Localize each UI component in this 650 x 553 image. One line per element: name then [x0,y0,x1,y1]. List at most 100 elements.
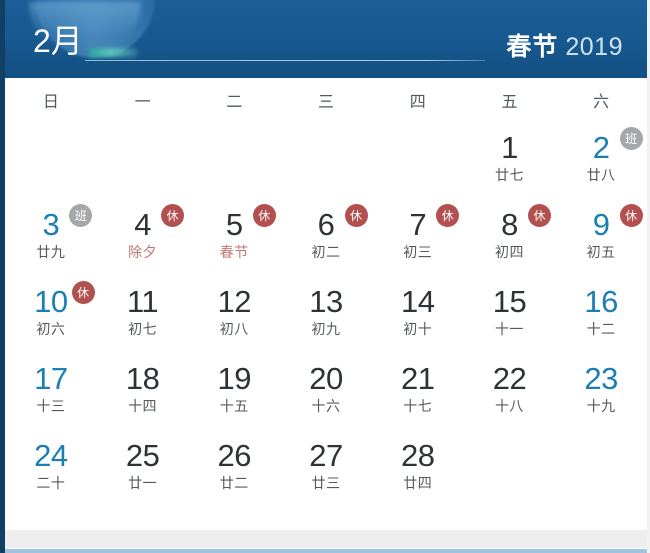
day-number: 20 [309,361,343,396]
day-cell[interactable]: 17 十三 [5,357,97,434]
day-cell[interactable]: 11 初七 [97,280,189,357]
day-cell-empty [97,126,189,203]
day-number: 9 [592,207,610,242]
calendar-card: 2月 春节 2019 日 一 二 三 四 五 六 1 廿七 2 廿八班 3 廿九班 4 除夕休 5… [0,0,650,553]
day-number: 21 [400,361,435,396]
day-cell[interactable]: 5 春节 休 [188,203,280,280]
lunar-label: 十三 [36,399,66,415]
lunar-label: 廿一 [128,476,158,492]
day-cell[interactable]: 14 初十 [372,280,464,357]
day-inner: 6 初二 休 [311,204,368,262]
day-cell[interactable]: 22 十八 [464,357,556,434]
day-inner: 4 除夕 休 [128,204,185,262]
day-inner: 26 廿二 [218,438,252,493]
day-number: 16 [584,284,618,319]
day-inner: 15 十一 [493,284,527,339]
rest-day-badge: 休 [71,281,95,304]
day-cell[interactable]: 2 廿八 班 [555,126,647,203]
footer-band [5,530,647,548]
day-inner: 17 十三 [34,361,68,416]
day-inner: 23 十九 [584,361,618,416]
calendar-header: 2月 春节 2019 [5,0,647,78]
day-cell[interactable]: 9 初五 休 [555,203,647,280]
lunar-label: 春节 [219,245,249,261]
calendar-week-row: 3 廿九班 4 除夕休 5 春节休 6 初二休 7 初三休 8 初四休 9 初五休 [5,203,647,280]
day-cell[interactable]: 23 十九 [555,357,647,434]
day-cell[interactable]: 18 十四 [97,357,189,434]
day-cell[interactable]: 25 廿一 [97,434,189,511]
lunar-label: 廿七 [494,168,524,184]
day-inner: 24 二十 [34,438,68,493]
weekday-header-row: 日 一 二 三 四 五 六 [5,78,647,122]
calendar-grid: 1 廿七 2 廿八班 3 廿九班 4 除夕休 5 春节休 6 初二休 7 初三休 8 初四休 9 初五休 10 初六休… [5,122,647,511]
day-inner: 20 十六 [309,361,343,416]
lunar-label: 初二 [311,245,341,261]
header-right-group: 春节 2019 [506,27,623,63]
weekday-tuesday: 二 [226,92,243,111]
day-number: 8 [501,207,518,242]
day-inner: 13 初九 [309,284,343,339]
lunar-label: 十九 [586,399,616,415]
day-cell-empty [555,434,647,511]
lunar-label: 廿四 [403,476,433,492]
rest-day-badge: 休 [527,204,551,227]
day-cell[interactable]: 21 十七 [372,357,464,434]
day-number: 24 [34,438,68,473]
lunar-label: 初八 [219,322,249,338]
day-cell[interactable]: 3 廿九 班 [5,203,97,280]
day-cell[interactable]: 6 初二 休 [280,203,372,280]
day-number: 25 [125,438,160,473]
day-cell[interactable]: 16 十二 [555,280,647,357]
day-number: 10 [34,284,68,319]
lunar-label: 初七 [128,322,158,338]
day-cell[interactable]: 19 十五 [188,357,280,434]
weekday-wednesday: 三 [318,92,335,111]
lunar-label: 初十 [403,322,433,338]
day-cell[interactable]: 12 初八 [188,280,280,357]
day-cell[interactable]: 1 廿七 [464,126,556,203]
lunar-label: 初九 [311,322,341,338]
day-number: 7 [409,207,427,242]
day-inner: 25 廿一 [125,438,160,493]
day-number: 22 [492,361,527,396]
day-inner: 12 初八 [217,284,252,339]
day-number: 3 [42,207,60,242]
lunar-label: 十二 [586,322,616,338]
day-cell[interactable]: 7 初三 休 [372,203,464,280]
day-inner: 21 十七 [400,361,435,416]
day-cell[interactable]: 15 十一 [464,280,556,357]
day-cell[interactable]: 8 初四 休 [464,203,556,280]
day-cell[interactable]: 26 廿二 [188,434,280,511]
day-cell[interactable]: 10 初六 休 [5,280,97,357]
day-inner: 14 初十 [401,284,435,339]
lunar-label: 廿二 [219,476,249,492]
work-day-badge: 班 [69,204,93,227]
day-cell[interactable]: 4 除夕 休 [97,203,189,280]
day-cell[interactable]: 28 廿四 [372,434,464,511]
lunar-label: 廿三 [311,476,341,492]
day-inner: 16 十二 [584,284,618,339]
teal-accent-decoration [89,48,137,57]
day-inner: 8 初四 休 [494,204,551,262]
lunar-label: 十七 [403,399,433,415]
day-inner: 11 初七 [127,284,159,339]
day-inner: 27 廿三 [309,438,343,493]
day-cell[interactable]: 27 廿三 [280,434,372,511]
lunar-label: 十五 [219,399,249,415]
lunar-label: 初五 [586,245,616,261]
lunar-label: 初四 [494,245,524,261]
lunar-label: 十六 [311,399,341,415]
day-cell[interactable]: 13 初九 [280,280,372,357]
day-number: 2 [592,130,610,165]
lunar-label: 初六 [36,322,66,338]
rest-day-badge: 休 [619,204,643,227]
lunar-label: 十四 [128,399,158,415]
rest-day-badge: 休 [252,204,276,227]
day-number: 12 [217,284,252,319]
day-cell[interactable]: 20 十六 [280,357,372,434]
day-cell[interactable]: 24 二十 [5,434,97,511]
calendar-week-row: 17 十三 18 十四 19 十五 20 十六 21 十七 22 十八 23 十九 [5,357,647,434]
lunar-label: 除夕 [128,245,158,261]
day-number: 13 [309,284,343,319]
lunar-label: 十一 [494,322,524,338]
